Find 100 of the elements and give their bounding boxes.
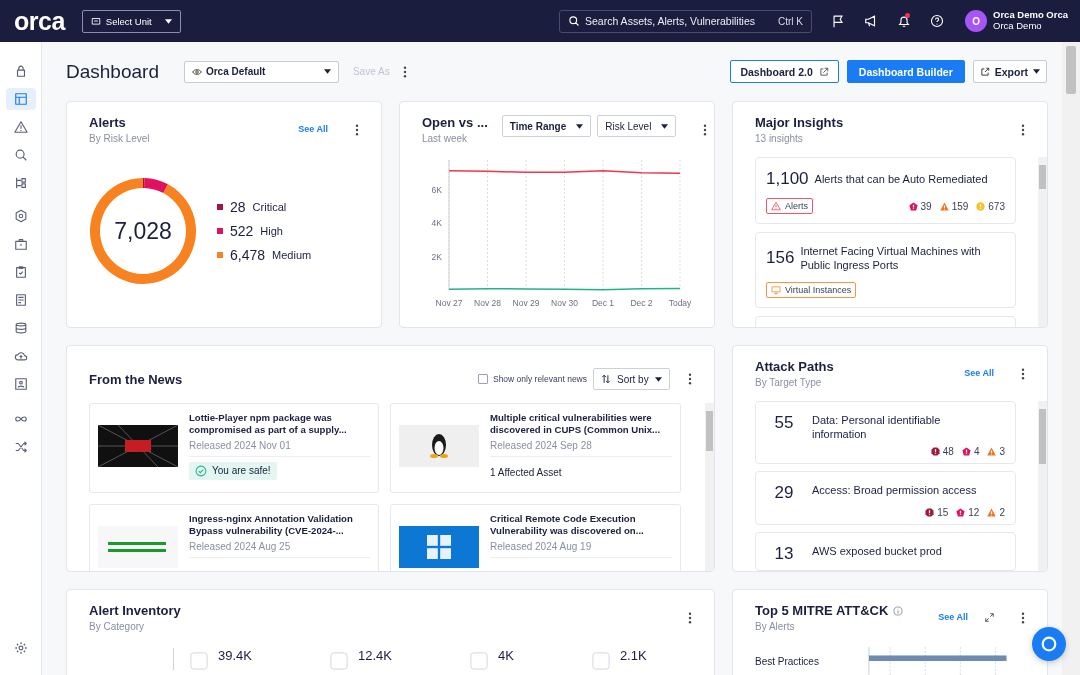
caret-icon — [1033, 69, 1040, 74]
card-title: Open vs ... — [422, 115, 488, 130]
news-item[interactable]: Multiple critical vulnerabilities were discovered in CUPS (Common Unix... Released 2024 Sep 28 1 Affected Asset — [390, 403, 681, 493]
settings-icon[interactable] — [13, 641, 28, 655]
category-tag[interactable]: Alerts — [766, 198, 813, 214]
avatar[interactable]: O — [965, 10, 987, 32]
card-title: Top 5 MITRE ATT&CK — [755, 603, 889, 618]
scrollbar-thumb[interactable] — [706, 411, 713, 451]
news-title[interactable]: Multiple critical vulnerabilities were discovered in CUPS (Common Unix... — [490, 412, 672, 437]
more-icon[interactable] — [355, 124, 359, 136]
filter-select[interactable]: Time Range — [501, 115, 592, 137]
search-icon — [568, 15, 580, 27]
attack-path-item[interactable]: 13 AWS exposed bucket prod — [755, 531, 1016, 571]
warning-icon — [771, 201, 781, 211]
checkbox-label[interactable]: Show only relevant news — [492, 374, 587, 384]
search-icon — [13, 148, 28, 162]
megaphone-icon[interactable] — [864, 14, 878, 28]
severity-count: 159 — [951, 200, 969, 212]
filter-select[interactable]: Risk Level — [597, 115, 677, 137]
donut-slice[interactable] — [144, 178, 169, 194]
see-all-link[interactable]: See All — [938, 612, 968, 622]
chat-icon — [1040, 635, 1058, 653]
card-title: From the News — [89, 371, 183, 387]
sidebar-item[interactable] — [5, 88, 36, 110]
news-title[interactable]: Ingress-nginx Annotation Validation Bypass vulnerability (CVE-2024-... — [189, 513, 370, 538]
news-item[interactable]: Lottie-Player npm package was compromised as part of a supply... Released 2024 Nov 01 You are safe! — [89, 403, 379, 493]
hexagon-icon — [13, 209, 28, 223]
builder-button[interactable]: Dashboard Builder — [846, 60, 965, 83]
affected-assets[interactable]: 1 Affected Asset — [490, 463, 562, 481]
unit-select[interactable]: Select Unit — [81, 9, 181, 33]
more-icon[interactable] — [703, 124, 708, 136]
checkbox[interactable] — [477, 374, 488, 384]
scrollbar-thumb[interactable] — [1039, 409, 1046, 464]
category-tag[interactable]: Virtual Instances — [766, 281, 857, 298]
path-count: 13 — [773, 542, 795, 564]
insight-count: 156 — [766, 248, 795, 269]
caret-icon — [661, 123, 669, 129]
legend-label: High — [260, 225, 283, 237]
sort-icon — [601, 374, 611, 384]
scrollbar-thumb[interactable] — [1066, 46, 1076, 94]
pentagon-alert-icon — [908, 201, 918, 211]
severity-count: 15 — [937, 506, 949, 518]
user-name: Orca Demo Orca — [993, 10, 1068, 21]
id-card-icon — [13, 377, 28, 391]
insight-item[interactable]: 1,100 Alerts that can be Auto Remediated Alerts 39 159 673 — [755, 157, 1016, 224]
scrollbar[interactable] — [1038, 157, 1047, 327]
more-icon[interactable] — [1021, 612, 1025, 624]
card-title: Alerts — [89, 115, 127, 130]
category-icon — [330, 652, 348, 670]
shuffle-icon — [13, 440, 28, 454]
x-tick-label: Nov 29 — [512, 298, 540, 308]
scrollbar-thumb[interactable] — [1039, 165, 1046, 189]
scrollbar[interactable] — [1062, 42, 1080, 675]
more-icon[interactable] — [1021, 368, 1025, 380]
export-button[interactable]: Export — [972, 60, 1047, 83]
y-tick-label: 2K — [431, 251, 442, 262]
triangle-alert-icon — [987, 446, 997, 456]
severity-count: 673 — [988, 200, 1005, 212]
legend-value: 522 — [230, 223, 254, 239]
card-subtitle: By Category — [89, 621, 146, 632]
search-bar[interactable]: Search Assets, Alerts, Vulnerabilities Ctrl K — [559, 9, 812, 33]
briefcase-icon — [13, 237, 28, 251]
scrollbar[interactable] — [1038, 401, 1047, 571]
insight-item[interactable]: 156 Internet Facing Virtual Machines with Public Ingress Ports Virtual Instances — [755, 232, 1016, 308]
see-all-link[interactable]: See All — [298, 124, 328, 134]
more-icon[interactable] — [1021, 124, 1025, 136]
octagon-alert-icon — [930, 446, 940, 456]
more-icon[interactable] — [402, 65, 407, 78]
category-count: 2.1K — [619, 648, 647, 663]
news-title[interactable]: Critical Remote Code Execution Vulnerability was discovered on... — [490, 513, 672, 538]
category-icon — [190, 652, 208, 670]
bell-icon[interactable] — [897, 14, 911, 28]
hierarchy-icon — [13, 176, 28, 190]
organization-name: Orca Demo — [993, 21, 1043, 32]
attack-path-item[interactable]: 29 Access: Broad permission access 15 12 2 — [755, 470, 1016, 525]
dashboard-button[interactable]: Dashboard 2.0 — [730, 60, 839, 83]
path-target: Access: Broad permission access — [812, 482, 977, 497]
scrollbar[interactable] — [705, 403, 714, 571]
donut-slice[interactable] — [90, 178, 196, 284]
page-title: Dashboard — [66, 60, 159, 83]
logo[interactable]: orca — [14, 8, 65, 34]
document-icon — [13, 293, 28, 307]
attack-path-item[interactable]: 55 Data: Personal identifiable information 48 4 3 — [755, 401, 1016, 464]
see-all-link[interactable]: See All — [964, 368, 994, 378]
flag-icon[interactable] — [831, 14, 845, 28]
category-count: 4K — [497, 648, 514, 663]
legend-value: 28 — [230, 199, 246, 215]
severity-count: 3 — [999, 445, 1005, 457]
search-field[interactable]: Search Assets, Alerts, Vulnerabilities — [585, 15, 773, 27]
help-icon[interactable] — [930, 14, 944, 28]
view-select[interactable]: Orca Default — [183, 60, 339, 83]
total-count: 7,028 — [114, 219, 172, 243]
caret-icon — [164, 18, 172, 24]
more-icon[interactable] — [688, 373, 692, 385]
expand-icon[interactable] — [985, 613, 994, 622]
news-title[interactable]: Lottie-Player npm package was compromised as part of a supply... — [189, 412, 370, 437]
database-icon — [13, 321, 28, 335]
release-date: Released 2024 Aug 19 — [490, 540, 672, 558]
sort-select[interactable]: Sort by — [593, 368, 670, 390]
more-icon[interactable] — [688, 612, 692, 624]
